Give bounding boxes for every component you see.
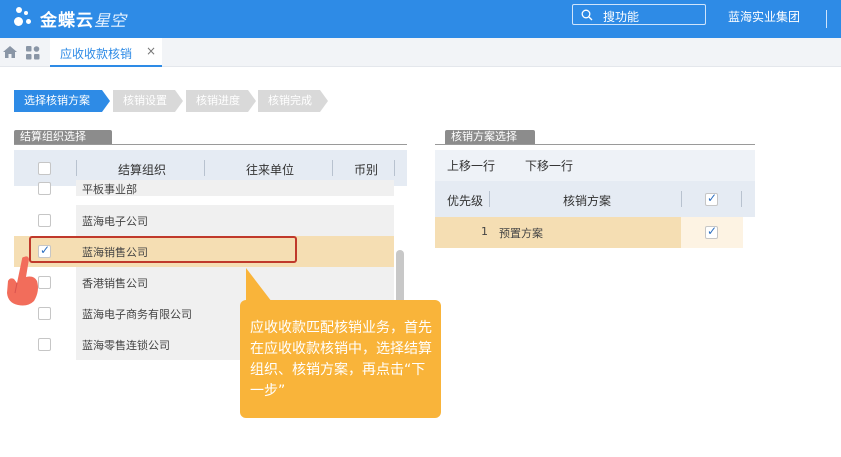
col-partner: 往来单位 [246,163,295,177]
close-icon[interactable]: × [146,44,156,58]
apps-icon[interactable] [26,46,40,60]
divider [435,144,755,145]
search-input[interactable]: 搜功能 [572,4,706,25]
row-checkbox[interactable] [705,224,718,239]
highlight-frame [29,236,297,263]
org-name: 蓝海电子公司 [82,215,148,228]
divider [204,160,205,176]
tooltip-pointer [246,268,272,302]
col-currency: 币别 [354,163,379,177]
tab-ar-writeoff[interactable]: 应收收款核销 × [50,38,162,67]
pointing-hand-icon [7,256,38,306]
table-row[interactable]: 香港销售公司 [14,267,394,298]
home-icon[interactable] [2,45,18,59]
divider [826,10,827,28]
plan-grid-header: 优先级 核销方案 [435,181,755,217]
move-up-button[interactable]: 上移一行 [447,157,495,174]
org-name: 蓝海零售连锁公司 [82,339,170,352]
divider [76,160,77,176]
company-name[interactable]: 蓝海实业集团 [728,8,800,25]
step-progress: 核销进度 [186,90,248,112]
row-checkbox[interactable] [38,182,51,195]
table-row[interactable]: 平板事业部 [14,180,394,196]
product-name: 星空 [94,11,127,30]
step-arrow [175,90,183,112]
col-priority: 优先级 [447,194,484,208]
step-arrow [102,90,110,112]
org-name: 蓝海电子商务有限公司 [82,308,192,321]
row-checkbox[interactable] [38,338,51,351]
divider [741,191,742,207]
tab-label: 应收收款核销 [60,47,133,61]
org-name: 香港销售公司 [82,277,148,290]
plan-toolbar: 上移一行 下移一行 [435,150,755,181]
step-select-plan[interactable]: 选择核销方案 [14,90,102,112]
divider [489,191,490,207]
select-all-checkbox[interactable] [705,191,718,206]
row-checkbox[interactable] [38,214,51,227]
col-org: 结算组织 [118,163,167,177]
plan-section-title: 核销方案选择 [445,130,535,144]
tab-bar: 应收收款核销 × [0,38,841,67]
step-complete: 核销完成 [258,90,320,112]
check-cell [681,217,743,248]
search-placeholder: 搜功能 [603,10,640,24]
col-plan: 核销方案 [563,194,612,208]
table-row[interactable]: 蓝海电子公司 [14,205,394,236]
top-bar: 金蝶云 星空 搜功能 蓝海实业集团 [0,0,841,38]
guide-tooltip: 应收收款匹配核销业务，首先在应收收款核销中，选择结算组织、核销方案，再点击“下一… [240,300,441,418]
divider [332,160,333,176]
divider [681,191,682,207]
step-arrow [320,90,328,112]
row-checkbox[interactable] [38,307,51,320]
logo-icon [14,7,36,31]
move-down-button[interactable]: 下移一行 [525,157,573,174]
select-all-checkbox[interactable] [38,162,51,175]
priority-value: 1 [481,225,488,238]
search-icon [581,9,593,21]
brand-name: 金蝶云 [40,11,94,31]
org-name: 平板事业部 [82,183,137,196]
step-arrow [248,90,256,112]
step-settings: 核销设置 [113,90,175,112]
plan-name: 预置方案 [499,227,543,240]
divider [394,160,395,176]
table-row-selected[interactable]: 1 预置方案 [435,217,743,248]
tooltip-text: 应收收款匹配核销业务，首先在应收收款核销中，选择结算组织、核销方案，再点击“下一… [250,320,432,399]
divider [14,144,407,145]
org-section-title: 结算组织选择 [14,130,112,144]
